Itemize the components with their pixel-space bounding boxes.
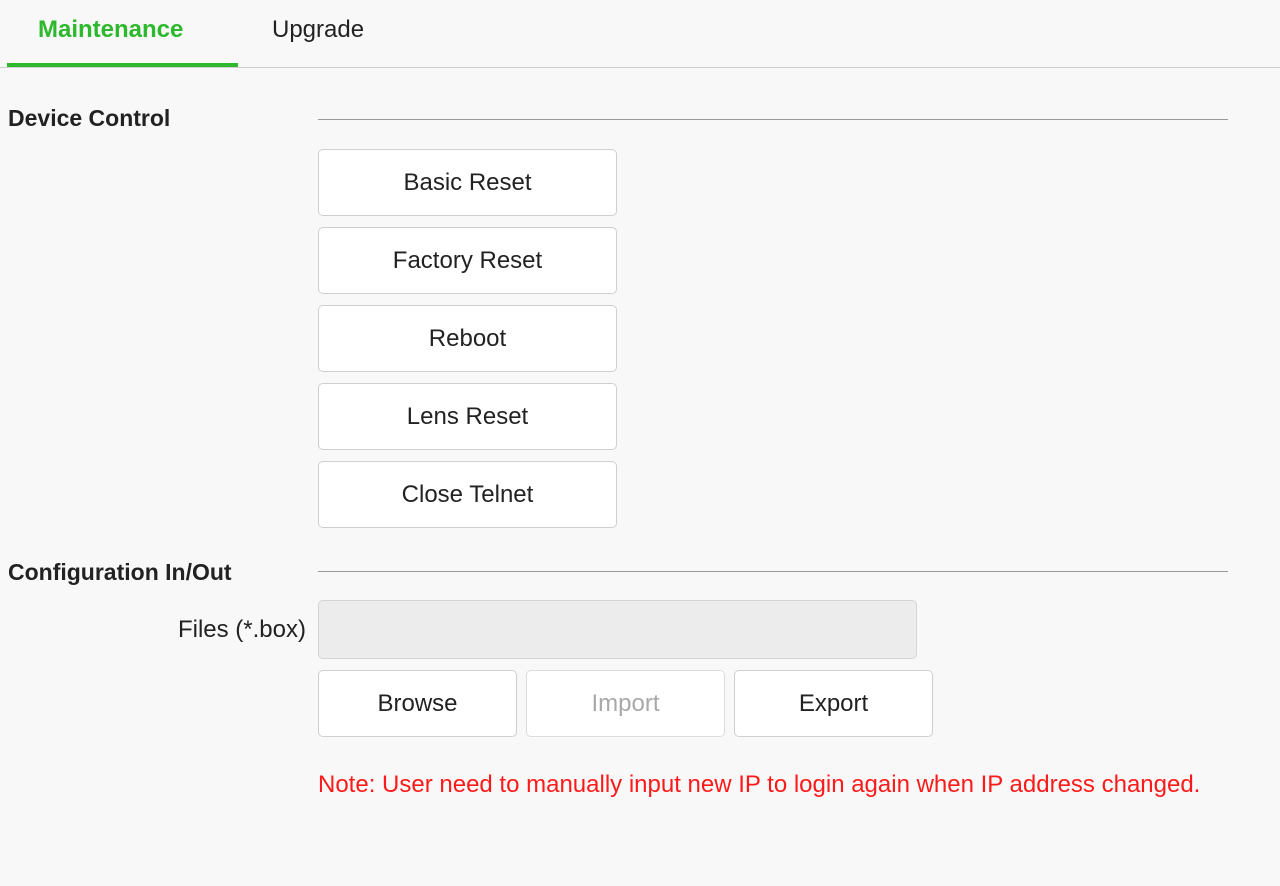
close-telnet-button[interactable]: Close Telnet	[318, 461, 617, 528]
factory-reset-button[interactable]: Factory Reset	[318, 227, 617, 294]
tab-maintenance[interactable]: Maintenance	[38, 16, 183, 44]
device-control-divider	[318, 119, 1228, 120]
files-input[interactable]	[318, 600, 917, 659]
active-tab-indicator	[7, 63, 238, 67]
configuration-divider	[318, 571, 1228, 572]
basic-reset-button[interactable]: Basic Reset	[318, 149, 617, 216]
import-button[interactable]: Import	[526, 670, 725, 737]
lens-reset-button[interactable]: Lens Reset	[318, 383, 617, 450]
files-label: Files (*.box)	[177, 616, 306, 643]
device-control-title: Device Control	[8, 105, 171, 131]
ip-change-note: Note: User need to manually input new IP…	[318, 771, 1201, 798]
reboot-button[interactable]: Reboot	[318, 305, 617, 372]
export-button[interactable]: Export	[734, 670, 933, 737]
tab-bar: Maintenance Upgrade	[0, 0, 1280, 68]
tab-upgrade[interactable]: Upgrade	[272, 16, 364, 44]
browse-button[interactable]: Browse	[318, 670, 517, 737]
configuration-title: Configuration In/Out	[8, 559, 232, 585]
